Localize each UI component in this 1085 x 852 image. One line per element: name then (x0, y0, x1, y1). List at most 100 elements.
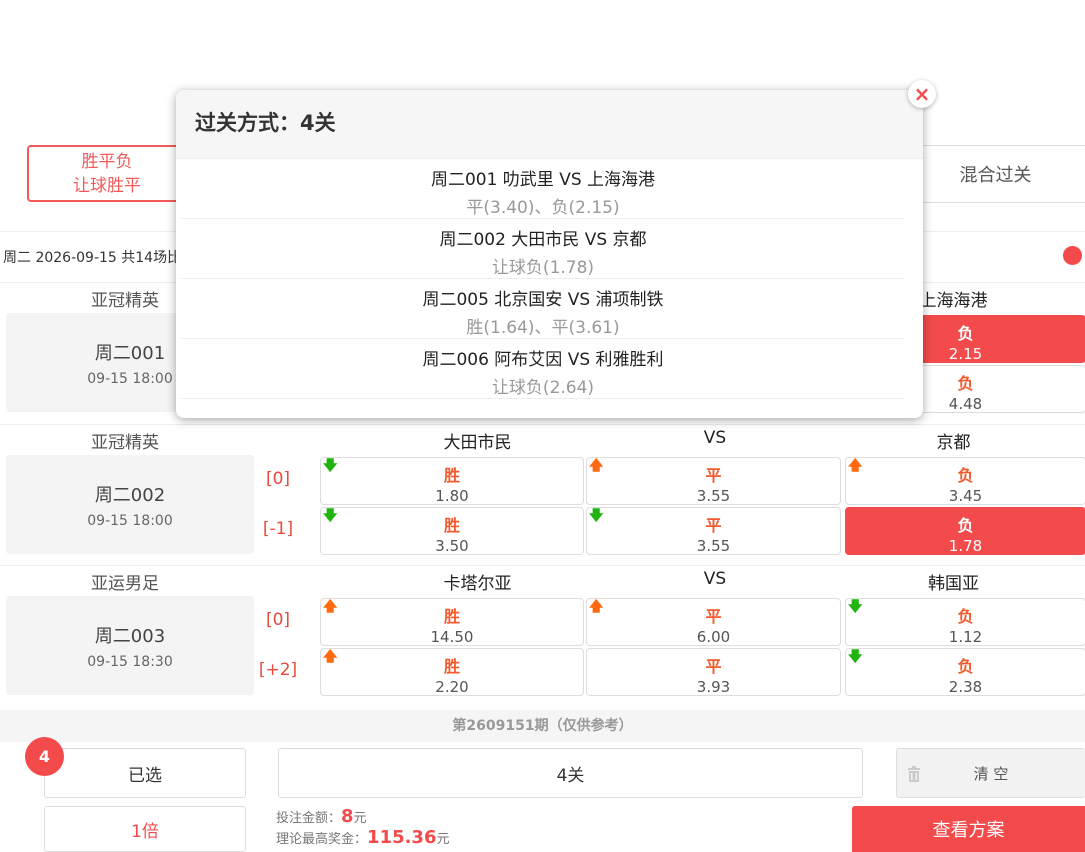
odds-outcome: 平 (705, 657, 722, 676)
match-time: 09-15 18:30 (87, 654, 173, 670)
clear-button[interactable]: 清 空 (896, 748, 1085, 798)
modal-match-title: 周二002 大田市民 VS 京都 (439, 230, 647, 250)
league-name: 亚冠精英 (91, 433, 159, 453)
odds-cell[interactable]: 🡅 平 6.00 (586, 598, 841, 646)
bet-amount-line: 投注金额：8元 (276, 806, 367, 827)
tab-left-line1: 胜平负 (81, 152, 133, 172)
view-plan-button[interactable]: 查看方案 (852, 806, 1085, 852)
odds-value: 3.93 (696, 678, 731, 696)
handicap-label: [0] (265, 469, 291, 489)
match-number: 周二003 (94, 626, 166, 647)
odds-cell[interactable]: 🡇 负 1.12 (845, 598, 1085, 646)
match-row: 亚冠精英 周二002 09-15 18:00 大田市民 VS 京都 [0] 🡇 胜 1.… (0, 424, 1085, 565)
odds-value: 1.78 (948, 537, 983, 555)
close-icon[interactable]: × (908, 80, 936, 108)
odds-value: 14.50 (430, 628, 474, 646)
odds-cell[interactable]: 🡅 胜 2.20 (320, 648, 584, 696)
odds-outcome: 胜 (443, 657, 460, 676)
arrow-up-icon: 🡅 (589, 599, 604, 615)
odds-value: 1.12 (948, 628, 983, 646)
trash-icon (907, 766, 921, 786)
modal-match-title: 周二006 阿布艾因 VS 利雅胜利 (422, 350, 664, 370)
modal-match-row: 周二006 阿布艾因 VS 利雅胜利 让球负(2.64) (181, 339, 905, 399)
toggle-dot[interactable] (1063, 246, 1082, 265)
modal-match-row: 周二002 大田市民 VS 京都 让球负(1.78) (181, 219, 905, 279)
match-number: 周二002 (94, 485, 166, 506)
handicap-label: [+2] (258, 660, 298, 680)
parlay-modal: 过关方式：4关 周二001 叻武里 VS 上海海港 平(3.40)、负(2.15… (176, 90, 923, 418)
match-time: 09-15 18:00 (87, 513, 173, 529)
odds-cell[interactable]: 负 1.78 (845, 507, 1085, 555)
view-plan-label: 查看方案 (932, 820, 1005, 841)
arrow-up-icon: 🡅 (589, 458, 604, 474)
odds-value: 3.45 (948, 487, 983, 505)
odds-cell[interactable]: 🡇 胜 3.50 (320, 507, 584, 555)
odds-cell[interactable]: 🡅 负 3.45 (845, 457, 1085, 505)
odds-cell[interactable]: 🡇 胜 1.80 (320, 457, 584, 505)
odds-value: 3.55 (696, 537, 731, 555)
period-label: 第2609151期（仅供参考） (0, 710, 1085, 742)
selected-count-badge: 4 (25, 737, 64, 776)
modal-match-selection: 让球负(2.64) (491, 378, 595, 398)
modal-match-title: 周二005 北京国安 VS 浦项制铁 (422, 290, 664, 310)
away-team: 京都 (936, 433, 971, 453)
odds-value: 1.80 (435, 487, 469, 505)
modal-match-selection: 胜(1.64)、平(3.61) (466, 318, 620, 338)
tab-left-line2: 让球胜平 (73, 176, 141, 196)
odds-value: 6.00 (696, 628, 731, 646)
arrow-up-icon: 🡅 (323, 599, 338, 615)
handicap-label: [0] (265, 610, 291, 630)
vs-label: VS (703, 569, 727, 589)
modal-title: 过关方式：4关 (176, 90, 923, 159)
odds-outcome: 平 (705, 607, 722, 626)
max-prize-value: 115.36 (367, 827, 437, 848)
arrow-down-icon: 🡇 (848, 599, 863, 615)
odds-outcome: 负 (957, 466, 974, 485)
tab-right-label: 混合过关 (959, 165, 1032, 186)
odds-outcome: 负 (957, 657, 974, 676)
arrow-down-icon: 🡇 (323, 508, 338, 524)
modal-match-row: 周二005 北京国安 VS 浦项制铁 胜(1.64)、平(3.61) (181, 279, 905, 339)
multiple-label: 1倍 (131, 821, 159, 842)
max-prize-unit: 元 (436, 832, 450, 847)
modal-match-title: 周二001 叻武里 VS 上海海港 (430, 170, 656, 190)
odds-cell[interactable]: 🡅 胜 14.50 (320, 598, 584, 646)
odds-outcome: 胜 (443, 607, 460, 626)
home-team: 卡塔尔亚 (443, 574, 512, 594)
selected-button[interactable]: 已选 (44, 748, 246, 798)
odds-value: 3.50 (435, 537, 469, 555)
match-card[interactable]: 周二002 09-15 18:00 (6, 455, 254, 554)
date-text: 周二 2026-09-15 共14场比 (3, 250, 182, 266)
odds-outcome: 胜 (443, 466, 460, 485)
handicap-label: [-1] (262, 519, 294, 539)
close-glyph: × (913, 82, 931, 106)
home-team: 大田市民 (443, 433, 512, 453)
pass-type-label: 4关 (556, 765, 585, 786)
away-team: 韩国亚 (928, 574, 979, 594)
bet-amount-unit: 元 (353, 811, 367, 826)
vs-label: VS (703, 428, 727, 448)
odds-outcome: 平 (705, 516, 722, 535)
arrow-down-icon: 🡇 (589, 508, 604, 524)
clear-label: 清 空 (973, 764, 1009, 783)
odds-cell[interactable]: 🡇 平 3.55 (586, 507, 841, 555)
multiple-button[interactable]: 1倍 (44, 806, 246, 852)
league-name: 亚运男足 (91, 574, 159, 594)
arrow-down-icon: 🡇 (848, 649, 863, 665)
tab-mixed-parlay[interactable]: 混合过关 (905, 145, 1085, 203)
match-row: 亚运男足 周二003 09-15 18:30 卡塔尔亚 VS 韩国亚 [0] 🡅 胜 1… (0, 565, 1085, 706)
odds-cell[interactable]: 平 3.93 (586, 648, 841, 696)
odds-outcome: 负 (957, 607, 974, 626)
odds-outcome: 胜 (443, 516, 460, 535)
pass-type-button[interactable]: 4关 (278, 748, 863, 798)
modal-match-selection: 让球负(1.78) (491, 258, 595, 278)
odds-cell[interactable]: 🡇 负 2.38 (845, 648, 1085, 696)
modal-match-row: 周二001 叻武里 VS 上海海港 平(3.40)、负(2.15) (181, 159, 905, 219)
arrow-down-icon: 🡇 (323, 458, 338, 474)
odds-value: 2.20 (435, 678, 469, 696)
odds-outcome: 平 (705, 466, 722, 485)
match-card[interactable]: 周二003 09-15 18:30 (6, 596, 254, 695)
odds-cell[interactable]: 🡅 平 3.55 (586, 457, 841, 505)
modal-match-selection: 平(3.40)、负(2.15) (466, 198, 620, 218)
tab-win-draw-lose[interactable]: 胜平负 让球胜平 (27, 145, 187, 202)
